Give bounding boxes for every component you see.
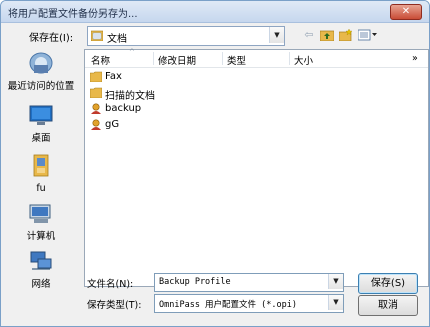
title-bar[interactable]: 将用户配置文件备份另存为... ✕: [1, 1, 429, 23]
new-folder-glyph: [338, 28, 353, 42]
view-menu-icon[interactable]: [357, 26, 379, 44]
column-header-size[interactable]: 大小: [294, 53, 313, 67]
up-folder-glyph: [319, 30, 335, 42]
filename-field[interactable]: Backup Profile ▼: [154, 273, 344, 292]
desktop-icon: [29, 105, 53, 125]
column-divider: [289, 52, 290, 65]
save-button[interactable]: 保存(S): [358, 273, 418, 294]
dialog-title: 将用户配置文件备份另存为...: [8, 9, 138, 20]
filetype-dropdown[interactable]: OmniPass 用户配置文件 (*.opi) ▼: [154, 294, 344, 313]
recent-places-icon: [29, 52, 53, 74]
filename-value: Backup Profile: [159, 277, 231, 287]
place-network-label: 网络: [31, 279, 51, 290]
column-name-label: 名称: [91, 56, 111, 67]
place-recent-label: 最近访问的位置: [7, 81, 75, 92]
network-icon: [30, 251, 52, 270]
column-header-bar: 名称 ^ 修改日期 类型 大小 »: [85, 48, 428, 68]
filetype-label: 保存类型(T):: [87, 300, 142, 311]
places-bar: 最近访问的位置 桌面 fu 计算机 网络: [5, 49, 77, 294]
save-as-dialog: 将用户配置文件备份另存为... ✕ 保存在(I): 文档 ▼ ⇦ 最近访问的位置…: [0, 0, 430, 327]
list-item-name: backup: [105, 103, 142, 114]
back-arrow-icon[interactable]: ⇦: [301, 26, 317, 44]
folder-icon: [90, 71, 102, 82]
place-user-label: fu: [36, 183, 46, 194]
look-in-dropdown[interactable]: 文档 ▼: [87, 26, 285, 46]
column-header-name[interactable]: 名称: [91, 53, 110, 67]
user-profile-icon: [91, 103, 101, 114]
cancel-button[interactable]: 取消: [358, 295, 418, 316]
user-folder-icon: [33, 154, 49, 177]
place-desktop[interactable]: 桌面: [5, 103, 77, 144]
place-computer[interactable]: 计算机: [5, 201, 77, 242]
close-button[interactable]: ✕: [390, 4, 422, 20]
column-header-type[interactable]: 类型: [227, 53, 246, 67]
list-item-name: gG: [105, 119, 120, 130]
folder-icon: [90, 87, 102, 98]
computer-icon: [29, 204, 51, 223]
user-profile-icon: [91, 119, 101, 130]
place-network[interactable]: 网络: [5, 249, 77, 290]
place-recent[interactable]: 最近访问的位置: [5, 51, 77, 92]
list-item-name: Fax: [105, 71, 122, 82]
filename-label: 文件名(N):: [87, 279, 134, 290]
place-user[interactable]: fu: [5, 153, 77, 194]
close-icon: ✕: [401, 6, 411, 17]
look-in-label: 保存在(I):: [29, 33, 74, 44]
sort-arrow-icon: ^: [129, 48, 135, 56]
new-folder-icon[interactable]: [338, 26, 354, 44]
place-desktop-label: 桌面: [31, 133, 51, 144]
up-folder-icon[interactable]: [319, 26, 335, 44]
column-overflow-chevron-icon[interactable]: »: [412, 53, 418, 64]
column-divider: [222, 52, 223, 65]
look-in-value: 文档: [107, 34, 127, 45]
chevron-down-icon[interactable]: ▼: [328, 274, 343, 289]
view-menu-glyph: [357, 29, 377, 41]
chevron-down-icon[interactable]: ▼: [328, 295, 343, 310]
list-item-name: 扫描的文档: [105, 91, 155, 102]
chevron-down-icon[interactable]: ▼: [269, 27, 284, 43]
place-computer-label: 计算机: [26, 231, 56, 242]
column-divider: [153, 52, 154, 65]
documents-folder-icon: [91, 30, 103, 41]
dialog-body: 保存在(I): 文档 ▼ ⇦ 最近访问的位置 桌面 fu 计算机 网络 名称 ^…: [1, 23, 429, 326]
column-header-date[interactable]: 修改日期: [158, 53, 196, 67]
filetype-value: OmniPass 用户配置文件 (*.opi): [159, 300, 297, 310]
file-list[interactable]: 名称 ^ 修改日期 类型 大小 » Fax 扫描的文档 backup gG: [84, 48, 429, 287]
